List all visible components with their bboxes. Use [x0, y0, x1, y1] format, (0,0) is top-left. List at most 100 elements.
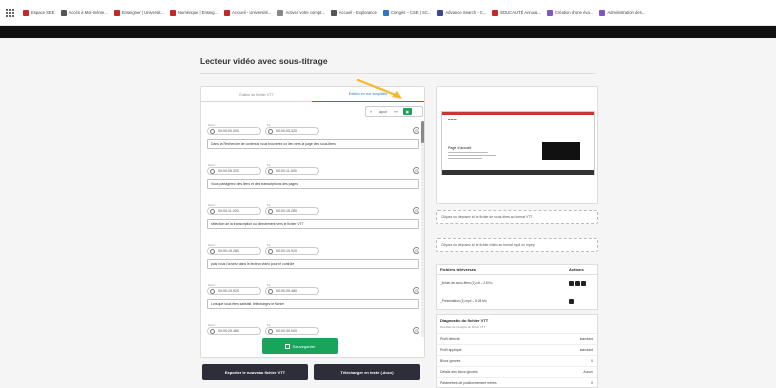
- video-frame[interactable]: ▬ ▬ ▬ Page d'accueil: [441, 111, 595, 175]
- video-dropzone[interactable]: Cliquez ou déposez ici le fichier vidéo …: [436, 238, 598, 252]
- export-vtt-button[interactable]: Exporter le nouveau fichier VTT: [202, 364, 308, 380]
- diagnostic-key: Profil appliqué: [440, 348, 462, 352]
- bookmark-favicon-icon: [599, 9, 606, 16]
- preview-text-lines: [448, 152, 498, 164]
- bookmark-item[interactable]: Enseigner | Universit...: [113, 9, 164, 16]
- cue-end-input[interactable]: 00:00:25.480: [265, 287, 319, 295]
- scrollbar-thumb[interactable]: [421, 121, 424, 143]
- bookmark-favicon-icon: [60, 9, 67, 16]
- cue-end-value: 00:00:25.480: [276, 289, 297, 293]
- remove-cue-icon[interactable]: ⊖: [413, 207, 419, 214]
- next-button[interactable]: »»: [392, 108, 400, 115]
- vtt-editor-panel: Édition du fichier VTT Édition en vue si…: [200, 86, 425, 358]
- bookmark-favicon-icon: [113, 9, 120, 16]
- cue-start-value: 00:00:15.280: [218, 249, 239, 253]
- video-preview[interactable]: ▬ ▬ ▬ Page d'accueil: [436, 86, 598, 204]
- remove-cue-icon[interactable]: ⊖: [413, 167, 419, 174]
- cue-start-input[interactable]: 00:00:19.920: [207, 287, 261, 295]
- bookmark-item[interactable]: Création d'une éva...: [546, 9, 593, 16]
- diagnostic-value: standard: [579, 348, 593, 352]
- cue-end-input[interactable]: 00:00:19.920: [265, 247, 319, 255]
- bookmark-item[interactable]: Activer votre compt...: [277, 9, 325, 16]
- cue-end-input[interactable]: 00:00:11.000: [265, 167, 319, 175]
- bookmark-favicon-icon: [224, 9, 231, 16]
- cue-end-input[interactable]: 00:00:15.280: [265, 207, 319, 215]
- cue-text-value: Dans la Recherche de contenus vous trouv…: [211, 142, 336, 146]
- cue-end-input[interactable]: 00:00:05.320: [265, 127, 319, 135]
- uploaded-files-table: Fichiers téléversés Actions _fichier-de-…: [436, 264, 598, 310]
- vtt-dropzone[interactable]: Cliquez ou déposez ici le fichier de sou…: [436, 210, 598, 224]
- bookmark-item[interactable]: Espace SEE: [23, 9, 55, 16]
- cue-text-input[interactable]: Vous partagerez des liens et des transcr…: [207, 179, 419, 189]
- bookmark-label: Enseigner | Universit...: [121, 10, 164, 15]
- bookmark-item[interactable]: EDUCAUTÉ Annuai...: [492, 9, 541, 16]
- bookmarks-bar: Espace SEE Accès à Moi-même... Enseigner |…: [0, 0, 776, 26]
- remove-cue-icon[interactable]: ⊖: [413, 287, 419, 294]
- diagnostic-key: Blocs ignorés: [440, 359, 461, 363]
- files-header: Fichiers téléversés Actions: [437, 265, 597, 275]
- cue-start-input[interactable]: 00:00:05.320: [207, 167, 261, 175]
- bookmark-label: Advance Search - C...: [445, 10, 487, 15]
- cue-start-input[interactable]: 00:00:25.480: [207, 327, 261, 335]
- cue-text-input[interactable]: Dans la Recherche de contenus vous trouv…: [207, 139, 419, 149]
- diagnostic-row: Paramètres de positionnement retirés 0: [437, 377, 597, 387]
- save-icon-button[interactable]: ▣: [402, 108, 412, 115]
- edit-icon[interactable]: [569, 281, 574, 286]
- cue-item: Début Fin 00:00:11.000 00:00:15.280 ⊖ sélecti…: [205, 201, 419, 241]
- cue-text-input[interactable]: Lorsque vous êtes satisfait, téléchargez…: [207, 299, 419, 309]
- cue-start-input[interactable]: 00:00:11.000: [207, 207, 261, 215]
- preview-dark-block: [542, 142, 580, 160]
- cue-text-input[interactable]: sélection de la transcription ou directe…: [207, 219, 419, 229]
- cue-start-value: 00:00:25.480: [218, 329, 239, 333]
- page-title: Lecteur vidéo avec sous-titrage: [200, 56, 328, 66]
- remove-cue-icon[interactable]: ⊖: [413, 127, 419, 134]
- save-button[interactable]: Sauvegarder: [262, 338, 338, 354]
- bookmark-label: Accueil - Université...: [232, 10, 272, 15]
- diagnostic-value: 0: [591, 381, 593, 385]
- cue-item: Début Fin 00:00:05.320 00:00:11.000 ⊖ Vous pa…: [205, 161, 419, 201]
- bookmark-item[interactable]: Accueil - Université...: [224, 9, 272, 16]
- apps-grid-icon[interactable]: [6, 8, 14, 17]
- subtitle-icon[interactable]: [575, 281, 580, 286]
- cue-start-input[interactable]: 00:00:15.280: [207, 247, 261, 255]
- cue-end-input[interactable]: 00:00:30.000: [265, 327, 319, 335]
- bookmark-favicon-icon: [437, 9, 444, 16]
- bookmark-item[interactable]: Congés – CSE | SC...: [382, 9, 431, 16]
- bookmark-item[interactable]: Accès à Moi-même...: [60, 9, 108, 16]
- remove-cue-icon[interactable]: ⊖: [413, 327, 419, 334]
- bookmark-item[interactable]: Numérique | Enseig...: [169, 9, 218, 16]
- cue-text-value: sélection de la transcription ou directe…: [211, 222, 304, 226]
- bookmark-favicon-icon: [330, 9, 337, 16]
- video-controls-bar[interactable]: [442, 170, 594, 175]
- cue-start-value: 00:00:19.920: [218, 289, 239, 293]
- diagnostic-row: Profil appliqué standard: [437, 344, 597, 354]
- title-divider: [200, 73, 596, 74]
- bookmark-item[interactable]: Advance Search - C...: [437, 9, 487, 16]
- clock-icon: [210, 129, 215, 134]
- bookmark-item[interactable]: Administration des...: [599, 9, 645, 16]
- cue-start-value: 00:00:05.320: [218, 169, 239, 173]
- remove-cue-icon[interactable]: ⊖: [413, 247, 419, 254]
- site-header-bar: [0, 26, 776, 38]
- tab-vtt-file[interactable]: Édition du fichier VTT: [201, 87, 312, 102]
- cue-list-scrollbar[interactable]: [421, 121, 424, 337]
- bookmark-label: EDUCAUTÉ Annuai...: [500, 10, 541, 15]
- delete-icon[interactable]: [569, 299, 574, 304]
- cue-start-input[interactable]: 00:00:00.000: [207, 127, 261, 135]
- prev-button[interactable]: «: [368, 108, 374, 115]
- bookmark-favicon-icon: [492, 9, 499, 16]
- bookmark-favicon-icon: [277, 9, 284, 16]
- clock-icon: [268, 329, 273, 334]
- clock-icon: [268, 129, 273, 134]
- cue-end-value: 00:00:30.000: [276, 329, 297, 333]
- bookmark-item[interactable]: Accueil - Explorance: [330, 9, 377, 16]
- clock-icon: [268, 289, 273, 294]
- download-docx-button[interactable]: Télécharger en texte (.docx): [314, 364, 420, 380]
- add-cue-button[interactable]: ajout: [377, 108, 389, 115]
- delete-icon[interactable]: [581, 281, 586, 286]
- clock-icon: [268, 169, 273, 174]
- clock-icon: [210, 209, 215, 214]
- cue-text-input[interactable]: puis vous l'ouvrez dans le lecteur vidéo…: [207, 259, 419, 269]
- diagnostic-title: Diagnostic du fichier VTT: [440, 318, 489, 323]
- diagnostic-key: Paramètres de positionnement retirés: [440, 381, 497, 385]
